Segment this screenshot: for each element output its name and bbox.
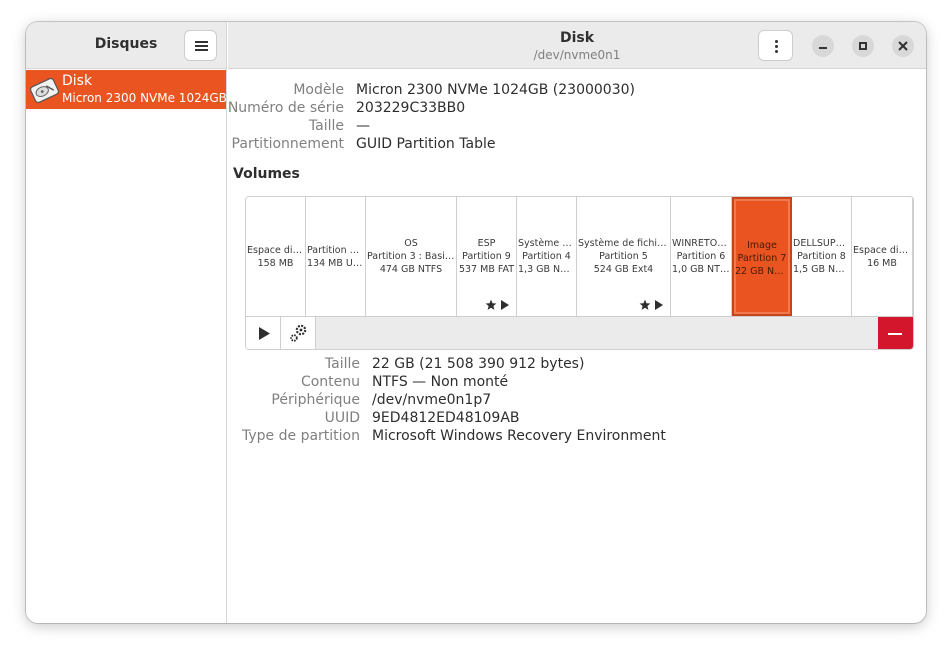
hard-disk-icon <box>29 77 60 104</box>
volume-cell[interactable]: Système de … Partition 4 1,3 GB NTFS <box>517 197 577 316</box>
volume-cell-line: Partition 8 <box>797 251 846 262</box>
delete-partition-button[interactable] <box>878 317 913 349</box>
disk-serial-value: 203229C33BB0 <box>356 100 466 116</box>
volume-cell-line: 474 GB NTFS <box>379 264 443 275</box>
volume-cell-line: Image <box>747 240 777 251</box>
volume-cell-line: 1,3 GB NTFS <box>518 264 576 275</box>
volume-cell-line: Partition 9 <box>462 251 511 262</box>
volume-cell[interactable]: Partition 2 : …134 MB Unk… <box>306 197 366 316</box>
disk-size-value: — <box>356 118 370 134</box>
volume-cell-line: DELLSUPPO… <box>793 238 851 249</box>
sidebar: Disques Disk Micron 2300 NVMe 1024GB <box>26 22 227 623</box>
play-icon <box>259 327 270 340</box>
vertical-dots-icon <box>775 40 778 43</box>
volume-cell[interactable]: Système de fichiers Partition 5 524 GB Ext… <box>577 197 671 316</box>
pinfo-row-size: Taille <box>324 356 360 372</box>
star-icon <box>485 299 497 310</box>
volume-cell-line: 1,5 GB NTFS <box>793 264 851 275</box>
volume-cell-line: 22 GB NTFS <box>735 266 790 277</box>
info-row-partitioning: Partitionnement <box>231 136 344 152</box>
volume-cell[interactable]: Espace dispo…16 MB <box>852 197 913 316</box>
pinfo-row-type: Type de partition <box>242 428 360 444</box>
volume-cell-line: ESP <box>477 238 496 249</box>
partition-device-value: /dev/nvme0n1p7 <box>372 392 492 408</box>
volume-cell-line: Partition 7 <box>737 253 787 264</box>
volume-cell[interactable]: Espace disp…158 MB <box>246 197 306 316</box>
disk-model: Micron 2300 NVMe 1024GB <box>62 91 227 105</box>
sidebar-item-disk[interactable]: Disk Micron 2300 NVMe 1024GB <box>26 70 227 109</box>
volume-cell-text: Système de … Partition 4 1,3 GB NTFS <box>517 197 576 316</box>
volume-cell-line: Partition 2 : … <box>307 244 365 256</box>
volume-cell-line: 158 MB <box>257 257 294 269</box>
pinfo-row-device: Périphérique <box>271 392 360 408</box>
partition-size-value: 22 GB (21 508 390 912 bytes) <box>372 356 585 372</box>
hamburger-icon <box>195 41 208 43</box>
partition-uuid-value: 9ED4812ED48109AB <box>372 410 520 426</box>
partition-type-value: Microsoft Windows Recovery Environment <box>372 428 666 444</box>
volume-cell-line: 16 MB <box>867 257 897 269</box>
header-bar: Disk /dev/nvme0n1 <box>228 22 926 69</box>
partition-content-value: NTFS — Non monté <box>372 374 509 390</box>
volume-cell-line: Système de fichiers <box>578 238 670 249</box>
volume-cells: Espace disp…158 MBPartition 2 : …134 MB … <box>246 197 913 316</box>
play-icon <box>655 300 663 310</box>
volume-cell-line: Partition 4 <box>522 251 571 262</box>
volume-cell-line: 1,0 GB NTFS <box>672 264 731 275</box>
maximize-icon <box>859 42 867 50</box>
volume-cell-text: OS Partition 3 : Basic da… 474 GB NTFS <box>366 197 456 316</box>
volume-toolbar <box>246 316 913 349</box>
info-row-model: Modèle <box>293 82 344 98</box>
minimize-icon <box>819 47 827 49</box>
sidebar-header: Disques <box>26 22 226 69</box>
volume-cell-line: Système de … <box>518 238 576 249</box>
volume-cell-line: Partition 5 <box>599 251 648 262</box>
volume-cell-line: Espace disp… <box>247 244 305 256</box>
disks-window: Disques Disk Micron 2300 NVMe 1024GB Dis… <box>26 22 926 623</box>
volume-cell-text: Espace dispo…16 MB <box>852 197 912 316</box>
pinfo-row-content: Contenu <box>300 374 360 390</box>
disk-partitioning-value: GUID Partition Table <box>356 136 496 152</box>
volume-cell-line: 524 GB Ext4 <box>593 264 654 275</box>
volume-badges <box>485 299 510 311</box>
disk-model-value: Micron 2300 NVMe 1024GB (23000030) <box>356 82 635 98</box>
gears-icon <box>290 324 307 342</box>
minus-icon <box>888 333 902 335</box>
mount-button[interactable] <box>246 317 281 349</box>
volume-cell-text: DELLSUPPO… Partition 8 1,5 GB NTFS <box>792 197 851 316</box>
volumes-heading: Volumes <box>233 166 300 182</box>
partition-info: Taille 22 GB (21 508 390 912 bytes) Cont… <box>228 356 728 452</box>
volume-cell-text: Image Partition 7 22 GB NTFS <box>734 199 790 314</box>
volume-cell-line: WINRETOOLS <box>672 238 731 249</box>
volume-cell-line: 134 MB Unk… <box>307 257 365 269</box>
play-icon <box>501 300 509 310</box>
main-menu-button[interactable] <box>184 30 217 61</box>
maximize-button[interactable] <box>852 35 874 57</box>
volume-cell-line: Espace dispo… <box>853 244 912 256</box>
pinfo-row-uuid: UUID <box>324 410 360 426</box>
volume-grid: Espace disp…158 MBPartition 2 : …134 MB … <box>245 196 914 350</box>
volume-cell-text: Espace disp…158 MB <box>246 197 305 316</box>
disk-info: Modèle Micron 2300 NVMe 1024GB (23000030… <box>228 82 728 162</box>
volume-cell-line: OS <box>404 238 418 249</box>
info-row-serial: Numéro de série <box>227 100 344 116</box>
close-button[interactable] <box>892 35 914 57</box>
partition-options-button[interactable] <box>281 317 316 349</box>
volume-cell[interactable]: Image Partition 7 22 GB NTFS <box>732 197 792 316</box>
disk-menu-button[interactable] <box>758 30 793 61</box>
star-icon <box>639 299 651 310</box>
minimize-button[interactable] <box>812 35 834 57</box>
volume-cell[interactable]: ESP Partition 9 537 MB FAT <box>457 197 517 316</box>
volume-cell[interactable]: OS Partition 3 : Basic da… 474 GB NTFS <box>366 197 457 316</box>
volume-cell[interactable]: WINRETOOLS Partition 6 1,0 GB NTFS <box>671 197 732 316</box>
volume-cell-line: Partition 6 <box>676 251 726 262</box>
disk-name: Disk <box>62 73 93 89</box>
volume-cell-text: WINRETOOLS Partition 6 1,0 GB NTFS <box>671 197 731 316</box>
info-row-size: Taille <box>308 118 344 134</box>
volume-cell[interactable]: DELLSUPPO… Partition 8 1,5 GB NTFS <box>792 197 852 316</box>
volume-badges <box>639 299 664 311</box>
volume-cell-line: Partition 3 : Basic da… <box>367 251 456 262</box>
volume-cell-text: Partition 2 : …134 MB Unk… <box>306 197 365 316</box>
volume-cell-line: 537 MB FAT <box>458 264 515 275</box>
close-icon <box>898 41 908 51</box>
